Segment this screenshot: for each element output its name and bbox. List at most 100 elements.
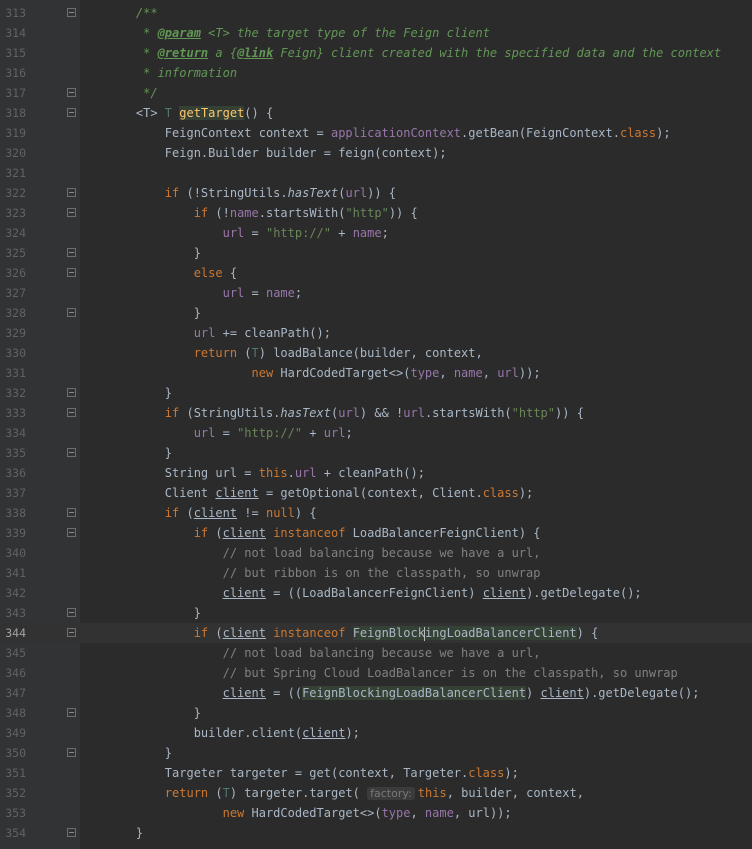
code-token: the target type of the Feign client — [229, 26, 490, 40]
code-line[interactable]: 351 Targeter targeter = get(context, Tar… — [0, 763, 752, 783]
code-line[interactable]: 318 <T> T getTarget() { — [0, 103, 752, 123]
code-line[interactable]: 354 } — [0, 823, 752, 843]
fold-end-icon[interactable] — [67, 388, 76, 397]
fold-expand-icon[interactable] — [67, 188, 76, 197]
code-line[interactable]: 343 } — [0, 603, 752, 623]
line-number: 344 — [5, 626, 26, 640]
code-token: url — [193, 426, 216, 440]
line-number: 317 — [5, 86, 26, 100]
code-token: "http://" — [237, 426, 303, 440]
code-line[interactable]: 347 client = ((FeignBlockingLoadBalancer… — [0, 683, 752, 703]
code-editor[interactable]: 313 /** 314 * @param <T> the target type … — [0, 0, 752, 849]
fold-expand-icon[interactable] — [67, 108, 76, 117]
code-text: String url = this.url + cleanPath(); — [107, 463, 425, 483]
code-line[interactable]: 340 // not load balancing because we hav… — [0, 543, 752, 563]
code-line[interactable]: 352 return (T) targeter.target( factory:… — [0, 783, 752, 803]
fold-end-icon[interactable] — [67, 828, 76, 837]
line-number: 330 — [5, 346, 26, 360]
code-token: ) { — [576, 626, 599, 640]
code-token: getTarget — [179, 106, 245, 120]
code-text: new HardCodedTarget<>(type, name, url)); — [107, 803, 512, 823]
code-line[interactable]: 346 // but Spring Cloud LoadBalancer is … — [0, 663, 752, 683]
code-line[interactable]: 325 } — [0, 243, 752, 263]
fold-end-icon[interactable] — [67, 748, 76, 757]
code-token: .startsWith( — [424, 406, 512, 420]
fold-end-icon[interactable] — [67, 308, 76, 317]
code-line[interactable]: 353 new HardCodedTarget<>(type, name, ur… — [0, 803, 752, 823]
fold-expand-icon[interactable] — [67, 628, 76, 637]
code-line[interactable]: 332 } — [0, 383, 752, 403]
code-line[interactable]: 319 FeignContext context = applicationCo… — [0, 123, 752, 143]
line-number: 351 — [5, 766, 26, 780]
code-line[interactable]: 326 else { — [0, 263, 752, 283]
code-line[interactable]: 341 // but ribbon is on the classpath, s… — [0, 563, 752, 583]
line-number: 336 — [5, 466, 26, 480]
code-line[interactable]: 316 * information — [0, 63, 752, 83]
code-line[interactable]: 342 client = ((LoadBalancerFeignClient) … — [0, 583, 752, 603]
code-line[interactable]: 324 url = "http://" + name; — [0, 223, 752, 243]
code-line[interactable]: 313 /** — [0, 3, 752, 23]
code-token: if — [164, 186, 180, 200]
code-line[interactable]: 314 * @param <T> the target type of the … — [0, 23, 752, 43]
code-line[interactable]: 330 return (T) loadBalance(builder, cont… — [0, 343, 752, 363]
code-token: () { — [244, 106, 274, 120]
fold-end-icon[interactable] — [67, 708, 76, 717]
code-token: url — [294, 466, 317, 480]
code-line[interactable]: 339 if (client instanceof LoadBalancerFe… — [0, 523, 752, 543]
fold-expand-icon[interactable] — [67, 208, 76, 217]
fold-expand-icon[interactable] — [67, 508, 76, 517]
code-line[interactable]: 327 url = name; — [0, 283, 752, 303]
fold-end-icon[interactable] — [67, 608, 76, 617]
code-line[interactable]: 348 } — [0, 703, 752, 723]
code-token: (StringUtils. — [179, 406, 281, 420]
fold-end-icon[interactable] — [67, 448, 76, 457]
code-line[interactable]: 331 new HardCodedTarget<>(type, name, ur… — [0, 363, 752, 383]
fold-end-icon[interactable] — [67, 248, 76, 257]
code-token: FeignContext context = — [107, 126, 331, 140]
code-line[interactable]: 323 if (!name.startsWith("http")) { — [0, 203, 752, 223]
code-line[interactable]: 335 } — [0, 443, 752, 463]
code-line[interactable]: 320 Feign.Builder builder = feign(contex… — [0, 143, 752, 163]
code-token: name — [229, 206, 259, 220]
code-line[interactable]: 345 // not load balancing because we hav… — [0, 643, 752, 663]
code-token: + cleanPath(); — [316, 466, 425, 480]
code-token: T — [251, 346, 259, 360]
code-line[interactable]: 329 url += cleanPath(); — [0, 323, 752, 343]
code-line[interactable]: 349 builder.client(client); — [0, 723, 752, 743]
fold-expand-icon[interactable] — [67, 268, 76, 277]
code-token: * — [107, 26, 158, 40]
code-line[interactable]: 322 if (!StringUtils.hasText(url)) { — [0, 183, 752, 203]
code-line[interactable]: 350 } — [0, 743, 752, 763]
code-token: FeignBlockingLoadBalancerClient — [302, 686, 527, 700]
code-line[interactable]: 334 url = "http://" + url; — [0, 423, 752, 443]
fold-end-icon[interactable] — [67, 88, 76, 97]
code-token: url — [338, 406, 360, 420]
fold-expand-icon[interactable] — [67, 528, 76, 537]
code-text: } — [107, 443, 172, 463]
code-token: @return — [157, 46, 209, 60]
code-line[interactable]: 321 — [0, 163, 752, 183]
code-token: } — [107, 306, 201, 320]
code-line[interactable]: 328 } — [0, 303, 752, 323]
code-line[interactable]: 333 if (StringUtils.hasText(url) && !url… — [0, 403, 752, 423]
code-line[interactable]: 337 Client client = getOptional(context,… — [0, 483, 752, 503]
code-line[interactable]: 344 if (client instanceof FeignBlockingL… — [0, 623, 752, 643]
code-token: ) targeter.target( — [229, 786, 368, 800]
code-token: } — [107, 706, 201, 720]
code-token: )) { — [555, 406, 584, 420]
line-number: 337 — [5, 486, 26, 500]
code-line[interactable]: 315 * @return a {@link Feign} client cre… — [0, 43, 752, 63]
code-token: )); — [518, 366, 541, 380]
code-token: if — [164, 406, 180, 420]
code-line[interactable]: 336 String url = this.url + cleanPath(); — [0, 463, 752, 483]
fold-expand-icon[interactable] — [67, 8, 76, 17]
code-token: ) && ! — [359, 406, 404, 420]
code-line[interactable]: 338 if (client != null) { — [0, 503, 752, 523]
code-token: * — [107, 46, 158, 60]
code-token: } — [107, 446, 173, 460]
code-line[interactable]: 317 */ — [0, 83, 752, 103]
fold-expand-icon[interactable] — [67, 408, 76, 417]
